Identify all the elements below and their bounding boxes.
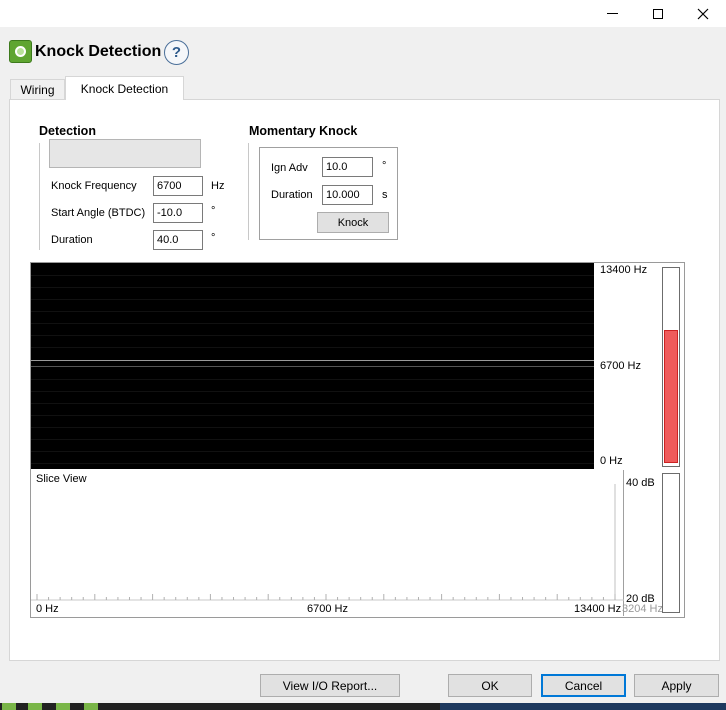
taskbar-strip [0, 703, 726, 710]
freq-mid-label: 6700 Hz [600, 360, 641, 372]
level-colorbar-fill [664, 330, 678, 463]
ign-adv-unit: ° [382, 160, 387, 172]
slice-view-axis [31, 484, 624, 601]
duration-field[interactable]: 40.0 [153, 230, 203, 250]
view-io-report-button[interactable]: View I/O Report... [260, 674, 400, 697]
duration-unit: ° [211, 232, 216, 244]
slice-level-bar [662, 473, 680, 613]
slice-view-plot [31, 470, 624, 616]
cancel-button[interactable]: Cancel [541, 674, 626, 697]
momentary-divider [248, 143, 249, 240]
start-angle-field[interactable]: -10.0 [153, 203, 203, 223]
tab-knock-detection[interactable]: Knock Detection [65, 76, 184, 100]
momentary-duration-unit: s [382, 189, 388, 201]
apply-button[interactable]: Apply [634, 674, 719, 697]
knock-button[interactable]: Knock [317, 212, 389, 233]
momentary-knock-section-title: Momentary Knock [249, 124, 358, 138]
detection-section-title: Detection [39, 124, 96, 138]
slice-x-faded-label: 3204 Hz [622, 603, 663, 615]
ign-adv-field[interactable]: 10.0 [322, 157, 373, 177]
close-icon [697, 8, 709, 19]
slice-x-right-label: 13400 Hz [574, 603, 622, 615]
slice-y-top-label: 40 dB [626, 477, 655, 489]
knock-frequency-field[interactable]: 6700 [153, 176, 203, 196]
help-icon[interactable]: ? [164, 40, 189, 65]
slice-x-mid-label: 6700 Hz [307, 603, 348, 615]
duration-label: Duration [51, 234, 93, 246]
ign-adv-label: Ign Adv [271, 162, 308, 174]
knock-frequency-unit: Hz [211, 180, 225, 192]
momentary-duration-label: Duration [271, 189, 313, 201]
detection-divider [39, 143, 40, 250]
slice-x-left-label: 0 Hz [36, 603, 59, 615]
momentary-duration-field[interactable]: 10.000 [322, 185, 373, 205]
start-angle-label: Start Angle (BTDC) [51, 207, 146, 219]
freq-bottom-label: 0 Hz [600, 455, 623, 467]
freq-top-label: 13400 Hz [600, 264, 648, 276]
page-title: Knock Detection [35, 43, 162, 60]
maximize-button[interactable] [635, 0, 681, 27]
app-logo-icon [9, 40, 32, 63]
close-button[interactable] [680, 0, 726, 27]
knock-status-indicator [49, 139, 201, 168]
knock-frequency-line [31, 360, 594, 361]
slice-view-title: Slice View [36, 473, 87, 485]
maximize-icon [653, 8, 663, 19]
minimize-icon [606, 13, 618, 14]
minimize-button[interactable] [589, 0, 635, 27]
start-angle-unit: ° [211, 205, 216, 217]
level-colorbar[interactable] [662, 267, 680, 467]
tab-wiring[interactable]: Wiring [10, 79, 65, 99]
knock-frequency-label: Knock Frequency [51, 180, 137, 192]
ok-button[interactable]: OK [448, 674, 532, 697]
spectrogram-plot [31, 263, 594, 469]
